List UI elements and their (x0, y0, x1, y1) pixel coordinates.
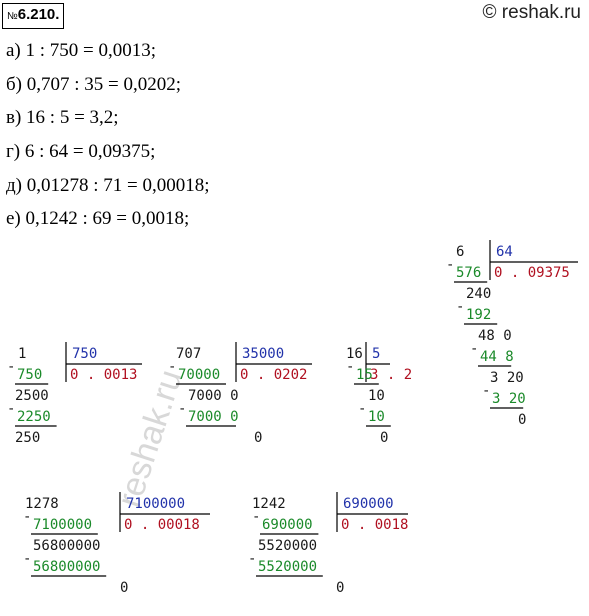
working-row-b-3: 0 (254, 430, 262, 446)
working-row-d-4: 44 8 (480, 349, 514, 365)
minus-sign-e-2: - (23, 551, 31, 567)
dividend-b: 707 (176, 346, 201, 362)
divisor-a: 750 (72, 346, 97, 362)
working-row-b-2: 7000 0 (188, 409, 239, 425)
working-row-f-1: 5520000 (258, 538, 317, 554)
working-row-d-6: 3 20 (492, 391, 526, 407)
working-row-d-2: 192 (466, 307, 491, 323)
quotient-b: 0 . 0202 (240, 367, 307, 383)
quotient-e: 0 . 00018 (124, 517, 200, 533)
divisor-e: 7100000 (126, 496, 185, 512)
minus-sign-b-0: - (168, 359, 176, 375)
working-row-a-2: 2250 (17, 409, 51, 425)
minus-sign-f-2: - (248, 551, 256, 567)
minus-sign-d-4: - (470, 341, 478, 357)
minus-sign-c-0: - (346, 359, 354, 375)
divisor-b: 35000 (242, 346, 284, 362)
minus-sign-e-0: - (23, 509, 31, 525)
quotient-d: 0 . 09375 (494, 265, 570, 281)
working-row-d-3: 48 0 (478, 328, 512, 344)
minus-sign-d-0: - (446, 257, 454, 273)
working-row-c-0: 15 (356, 367, 373, 383)
working-row-d-0: 576 (456, 265, 481, 281)
working-row-e-1: 56800000 (33, 538, 100, 554)
working-row-d-7: 0 (518, 412, 526, 428)
quotient-a: 0 . 0013 (70, 367, 137, 383)
working-row-d-1: 240 (466, 286, 491, 302)
working-row-a-0: 750 (17, 367, 42, 383)
working-row-a-3: 250 (15, 430, 40, 446)
working-row-d-5: 3 20 (490, 370, 524, 386)
working-row-e-0: 7100000 (33, 517, 92, 533)
minus-sign-a-2: - (7, 401, 15, 417)
minus-sign-d-6: - (482, 383, 490, 399)
quotient-c: 3 . 2 (370, 367, 412, 383)
working-row-c-1: 10 (368, 388, 385, 404)
working-row-f-3: 0 (336, 580, 344, 596)
working-row-c-3: 0 (380, 430, 388, 446)
divisor-f: 690000 (343, 496, 394, 512)
dividend-d: 6 (456, 244, 464, 260)
long-division-workings: 1 7500 . 0013750-25002250-250707 350000 . … (7, 240, 578, 596)
working-row-f-0: 690000 (262, 517, 313, 533)
working-row-b-0: 70000 (178, 367, 220, 383)
minus-sign-d-2: - (456, 299, 464, 315)
minus-sign-a-0: - (7, 359, 15, 375)
working-row-e-2: 56800000 (33, 559, 100, 575)
minus-sign-b-2: - (178, 401, 186, 417)
working-row-c-2: 10 (368, 409, 385, 425)
working-row-b-1: 7000 0 (188, 388, 239, 404)
divisor-c: 5 (372, 346, 380, 362)
dividend-a: 1 (18, 346, 26, 362)
divisor-d: 64 (496, 244, 513, 260)
minus-sign-c-2: - (358, 401, 366, 417)
minus-sign-f-0: - (252, 509, 260, 525)
working-row-f-2: 5520000 (258, 559, 317, 575)
working-row-e-3: 0 (120, 580, 128, 596)
quotient-f: 0 . 0018 (341, 517, 408, 533)
working-row-a-1: 2500 (15, 388, 49, 404)
